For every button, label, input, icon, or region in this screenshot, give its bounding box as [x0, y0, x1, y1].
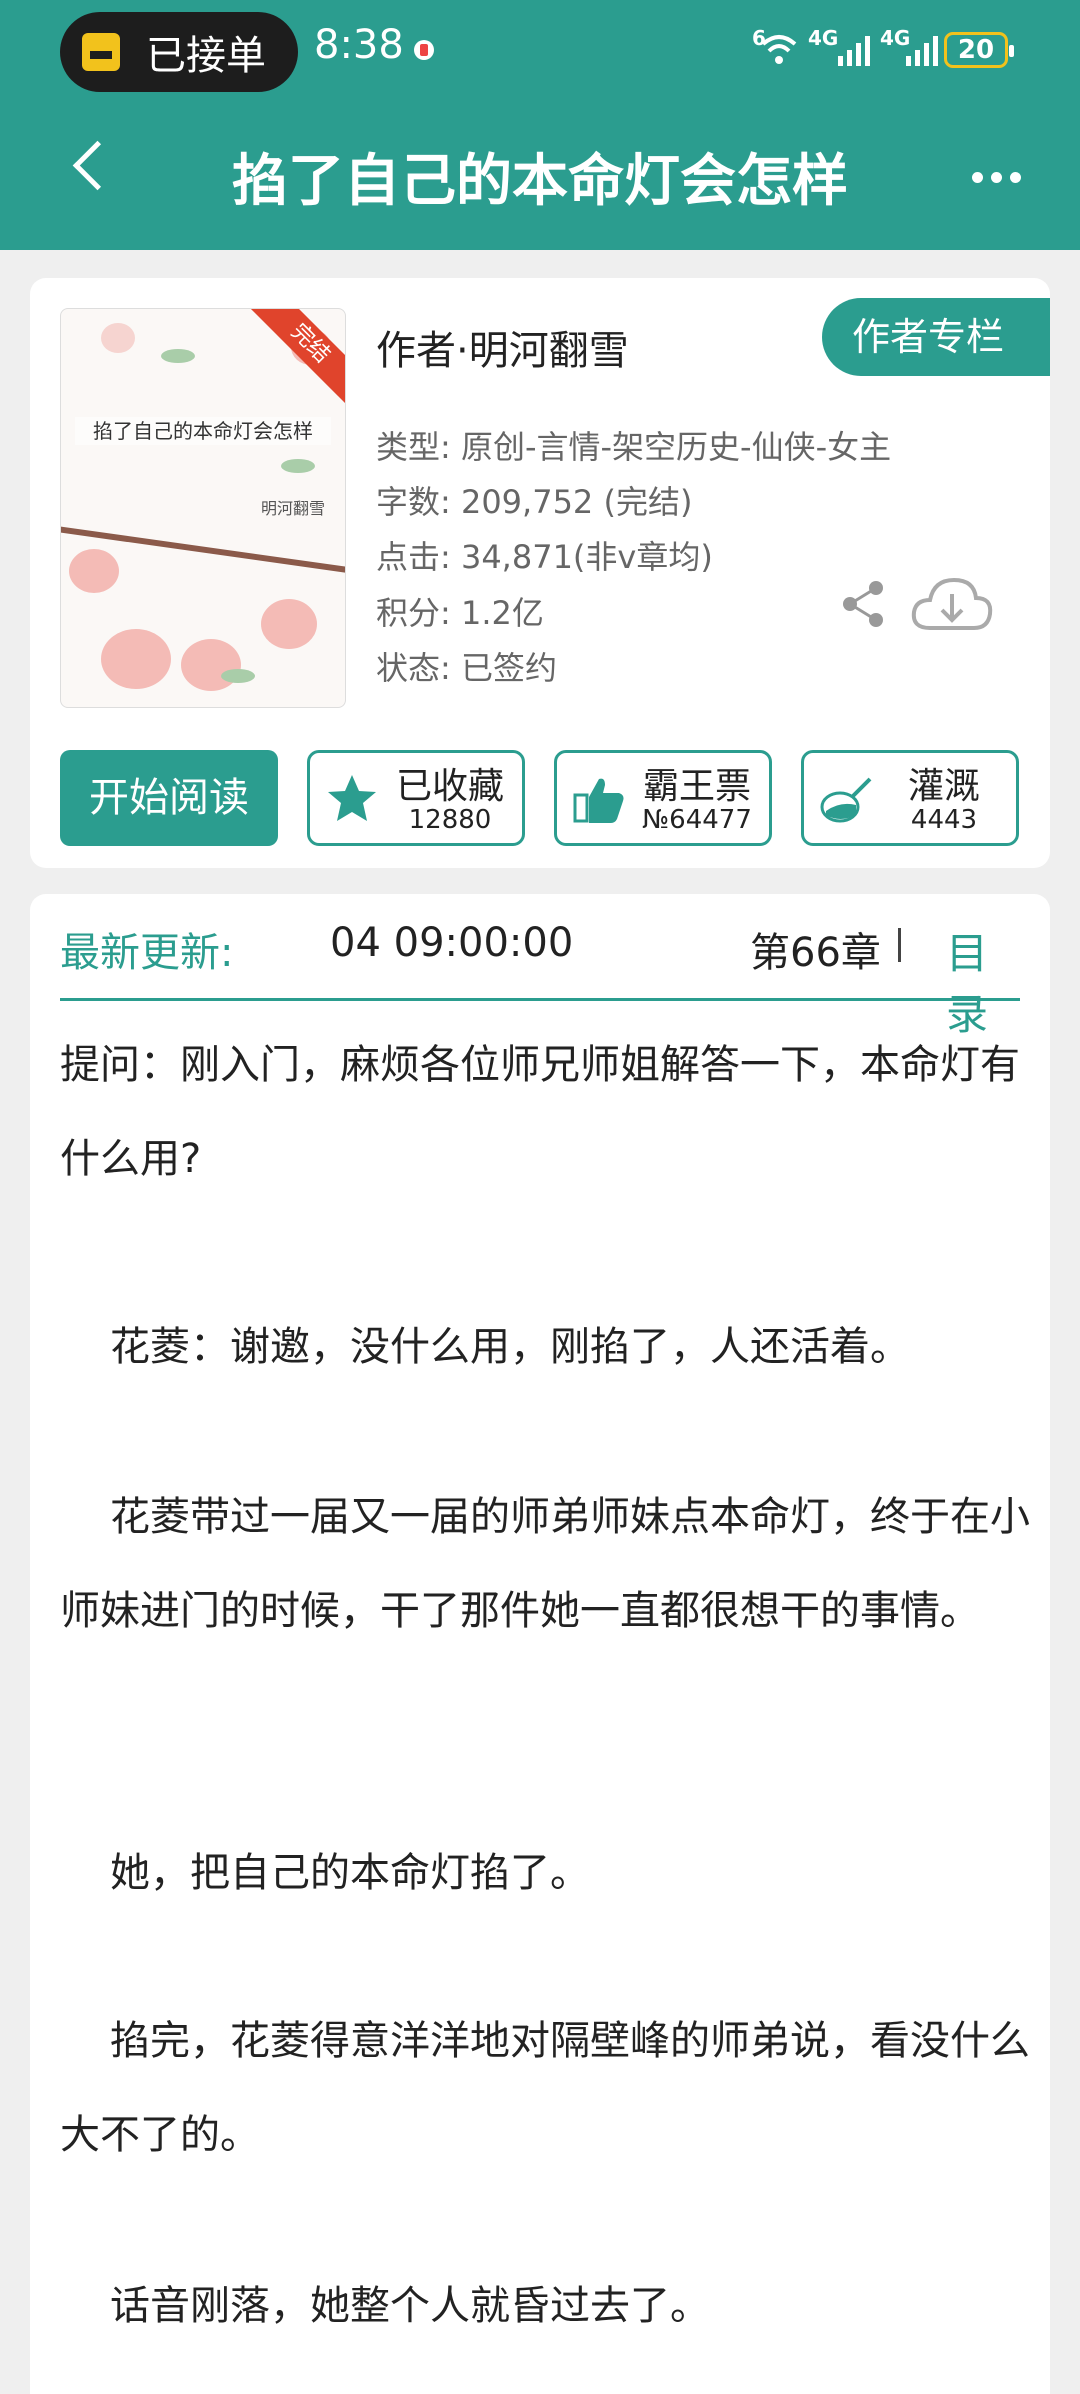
page-title: 掐了自己的本命灯会怎样 [232, 149, 848, 214]
content-panel: 最新更新: 04 09:00:00 第66章 目录 提问：刚入门，麻烦各位师兄师… [30, 894, 1050, 2394]
clock: 8:38 [314, 22, 404, 68]
content-paragraph: 掐完，花菱得意洋洋地对隔壁峰的师弟说，看没什么大不了的。 [60, 2018, 1030, 2158]
favorite-button[interactable]: 已收藏 12880 [307, 750, 525, 846]
cover-title: 掐了自己的本命灯会怎样 [75, 417, 331, 445]
latest-update-row[interactable]: 最新更新: 04 09:00:00 第66章 目录 [60, 920, 1020, 1039]
water-label: 灌溉 [907, 766, 980, 807]
latest-update-time: 04 09:00:00 [330, 920, 574, 966]
signal-icon-1 [838, 36, 870, 66]
book-cover[interactable]: 掐了自己的本命灯会怎样 明河翻雪 完结 [60, 308, 346, 708]
download-icon[interactable] [910, 574, 994, 636]
click-count-text: 点击: 34,871(非v章均) [376, 538, 713, 576]
share-icon[interactable] [838, 578, 890, 630]
author-name[interactable]: 作者·明河翻雪 [376, 318, 629, 376]
content-paragraph: 花菱：谢邀，没什么用，刚掐了，人还活着。 [110, 1324, 910, 1370]
favorite-count: 12880 [408, 805, 492, 835]
divider [898, 928, 901, 962]
favorite-label: 已收藏 [395, 766, 504, 807]
genre-text: 类型: 原创-言情-架空历史-仙侠-女主 [376, 428, 892, 466]
latest-chapter: 第66章 [750, 930, 881, 976]
star-icon [328, 775, 376, 821]
author-column-button[interactable]: 作者专栏 [822, 298, 1050, 376]
network-label-1: 4G [808, 26, 839, 50]
tickets-label: 霸王票 [642, 766, 751, 807]
sign-status-text: 状态: 已签约 [376, 649, 557, 687]
top-header: 已接单 8:38 6 4G 4G 20 掐了自己的本命灯会怎样 [0, 0, 1080, 250]
water-button[interactable]: 灌溉 4443 [801, 750, 1019, 846]
tickets-button[interactable]: 霸王票 №64477 [554, 750, 772, 846]
score-text: 积分: 1.2亿 [376, 594, 544, 632]
tickets-count: №64477 [642, 805, 752, 835]
more-options-icon[interactable] [972, 172, 1021, 183]
recording-icon [414, 40, 434, 60]
start-reading-button[interactable]: 开始阅读 [60, 750, 278, 846]
content-paragraph: 花菱带过一届又一届的师弟师妹点本命灯，终于在小师妹进门的时候，干了那件她一直都很… [60, 1494, 1030, 1634]
water-count: 4443 [910, 805, 978, 835]
content-paragraph: 提问：刚入门，麻烦各位师兄师姐解答一下，本命灯有什么用? [60, 1042, 1020, 1182]
wifi-icon [761, 35, 797, 64]
order-status-pill[interactable]: 已接单 [60, 12, 298, 92]
word-count-text: 字数: 209,752 (完结) [376, 483, 693, 521]
content-paragraph: 她，把自己的本命灯掐了。 [110, 1850, 590, 1896]
delivery-app-icon [82, 33, 120, 71]
latest-update-label: 最新更新: [60, 930, 234, 976]
order-status-label: 已接单 [146, 33, 266, 79]
cover-author: 明河翻雪 [261, 499, 326, 518]
signal-icon-2 [906, 36, 938, 66]
content-paragraph: 话音刚落，她整个人就昏过去了。 [110, 2283, 710, 2329]
thumbs-up-icon [573, 778, 624, 823]
book-info-card: 掐了自己的本命灯会怎样 明河翻雪 完结 作者·明河翻雪 作者专栏 类型: 原创-… [30, 278, 1050, 868]
watering-can-icon [820, 777, 872, 823]
update-underline [60, 998, 1020, 1001]
battery-icon: 20 [944, 32, 1014, 68]
